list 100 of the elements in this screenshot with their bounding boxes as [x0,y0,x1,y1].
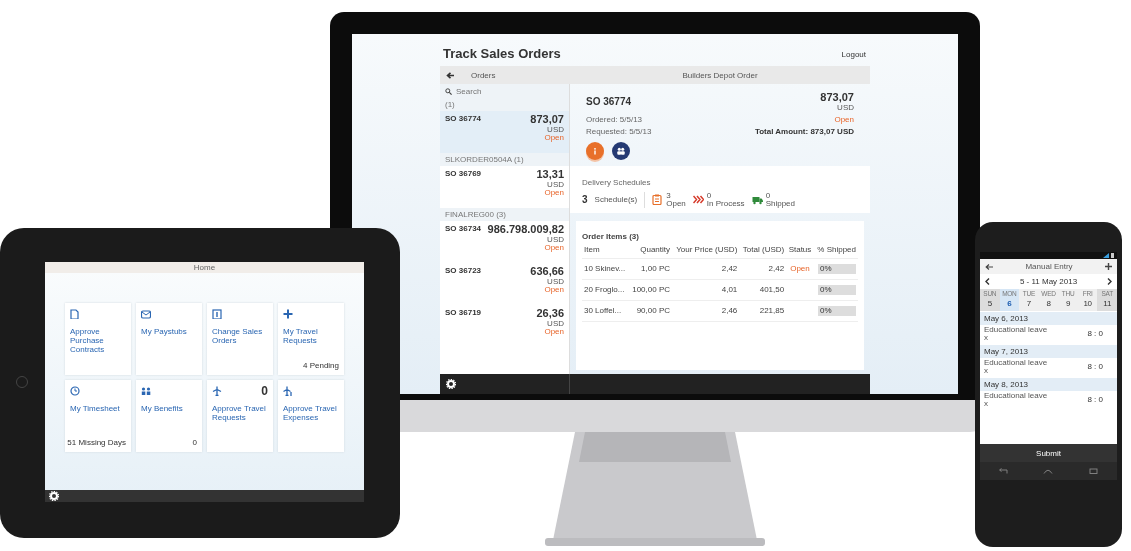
table-cell: 221,85 [759,306,785,316]
search-icon [445,87,452,95]
requested-date: Requested: 5/5/13 [586,126,652,136]
status-label: Shipped [765,198,795,208]
tile-title: Approve Purchase Contracts [70,328,106,355]
entry-type: Educational leave [984,390,1048,400]
order-status: Open [544,133,564,143]
entry-date: May 8, 2013 [980,377,1117,391]
order-amount: 873,07 [530,114,564,125]
order-amount: 26,36 [536,308,564,319]
chevron-left-icon[interactable] [985,278,990,285]
order-status: Open [544,188,564,198]
entry-note: x [984,366,988,376]
currency-label: USD [837,103,854,112]
tile-title: Change Sales Orders [212,328,264,346]
search-input[interactable]: Search [456,86,516,96]
order-amount: 13,31 [536,169,564,180]
plus-icon [283,309,293,319]
day-number: 5 [987,299,992,308]
icon-tab[interactable] [612,141,630,160]
schedule-count-label: Schedule(s) [594,195,638,204]
currency-label: USD [547,277,564,286]
chevrons-icon [692,194,704,206]
app-tile[interactable]: Approve Purchase Contracts [65,303,131,375]
settings-icon[interactable] [446,379,456,389]
app-tile[interactable]: My Paystubs [136,303,202,375]
clock-icon [70,386,80,396]
home-icon[interactable] [1043,468,1054,474]
table-cell: 90,00 PC [636,306,670,316]
logout-link[interactable]: Logout [841,50,866,59]
entry-type: Educational leave [984,325,1048,334]
panel-title: Builders Depot Order [682,70,758,80]
back-icon[interactable] [997,468,1008,474]
table-cell: 401,50 [759,285,785,295]
order-status: Open [834,114,854,124]
entry-note: x [984,333,988,343]
info-icon [591,146,599,155]
order-list-item[interactable]: SO 36774 873,07 USD Open [440,111,569,153]
entry-note: x [984,398,988,408]
table-cell: 4,01 [721,285,738,295]
app-tile[interactable]: Change Sales Orders [207,303,273,375]
day-number: 7 [1026,299,1031,308]
day-number: 6 [1007,299,1012,308]
column-header: Status [788,244,812,254]
chevron-right-icon[interactable] [1107,278,1112,285]
panel-title: Orders [471,70,496,80]
status-count: 0 [706,190,712,200]
search-field[interactable]: Search [440,84,569,98]
group-label: SLKORDER0504A (1) [445,155,524,164]
entry-type: Educational leave [984,357,1048,367]
tile-info: 51 Missing Days [67,438,126,447]
tile-title: My Benefits [141,405,184,414]
entry-hours: 8 : 0 [1087,395,1104,405]
time-entry[interactable]: Educational leave x 8 : 0 [980,325,1117,344]
app-tile[interactable]: My Timesheet 51 Missing Days [65,380,131,452]
currency-label: USD [547,180,564,189]
app-tile[interactable]: 0 Approve Travel Requests [207,380,273,452]
table-cell: 2,42 [768,264,785,274]
column-header: Your Price (USD) [676,244,738,254]
back-arrow-icon[interactable] [985,263,993,270]
ordered-date: Ordered: 5/5/13 [586,114,643,124]
tile-title: Approve Travel Requests [212,405,267,423]
order-number: SO 36774 [586,96,632,107]
table-cell: 2,42 [721,264,738,274]
airplane-icon [283,386,293,396]
submit-button[interactable]: Submit [980,444,1117,462]
back-arrow-icon[interactable] [446,71,455,79]
time-entry[interactable]: Educational leave x 8 : 0 [980,357,1117,377]
table-cell: 1,00 PC [641,264,670,274]
truck-icon [751,194,763,206]
plus-icon[interactable] [1105,263,1112,270]
page-title: Track Sales Orders [443,46,561,61]
app-tile[interactable]: My Benefits 0 [136,380,202,452]
recent-apps-icon[interactable] [1089,468,1100,474]
progress-text: 0% [819,264,832,274]
envelope-icon [141,309,151,319]
time-entry[interactable]: Educational leave x 8 : 0 [980,390,1117,410]
tile-title: Approve Travel Expenses [283,405,338,423]
order-number: SO 36723 [445,266,482,277]
total-amount: Total Amount: 873,07 USD [754,126,854,136]
tile-count: 0 [261,384,268,398]
battery-icon [1111,253,1114,258]
tile-title: My Paystubs [141,328,188,337]
app-tile[interactable]: My Travel Requests 4 Pending [278,303,344,375]
order-number: SO 36774 [445,114,482,125]
app-tile[interactable]: Approve Travel Expenses [278,380,344,452]
entry-hours: 8 : 0 [1087,362,1104,372]
document-icon [70,309,80,319]
screen-title: Home [193,263,216,272]
section-title: Order Items (3) [582,231,639,243]
currency-label: USD [547,319,564,328]
order-status: Open [544,285,564,295]
settings-icon[interactable] [49,491,59,501]
table-cell: 100,00 PC [632,285,670,295]
currency-label: USD [547,125,564,134]
entry-hours: 8 : 0 [1087,330,1104,339]
table-cell: 30 Loffel... [584,306,622,316]
people-icon [141,386,151,396]
order-amount: 636,66 [530,266,564,277]
order-amount: 873,07 [820,92,854,103]
